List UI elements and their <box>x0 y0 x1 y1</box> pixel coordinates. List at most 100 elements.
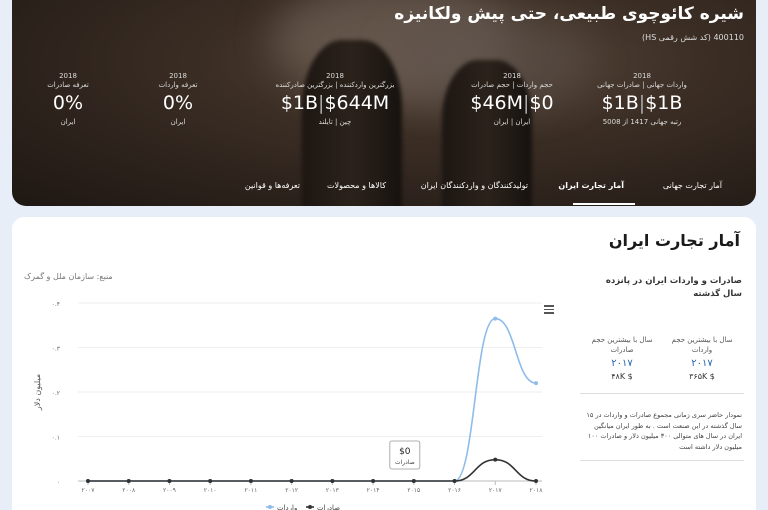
kpi-max-exports: سال با بیشترین حجم صادرات ۲۰۱۷ $ ۴۸K <box>582 335 662 381</box>
legend-marker <box>268 505 272 509</box>
x-tick-label: ۲۰۱۶ <box>448 487 461 494</box>
data-point <box>248 479 253 483</box>
x-tick-label: ۲۰۱۲ <box>285 487 298 494</box>
data-point <box>371 479 376 483</box>
x-tick-label: ۲۰۱۳ <box>326 487 340 494</box>
stat-footer: ایران <box>60 118 76 126</box>
side-heading: صادرات و واردات ایران در پانزده سال گذشت… <box>605 276 742 299</box>
divider <box>580 393 744 394</box>
stat-largest-traders: 2018 بزرگترین واردکننده | بزرگترین صادرک… <box>260 72 410 126</box>
kpi-label: سال با بیشترین حجم صادرات <box>591 336 653 354</box>
legend-marker <box>308 505 312 509</box>
tab-iran-trade[interactable]: آمار تجارت ایران <box>558 181 624 190</box>
data-point <box>493 457 498 462</box>
data-point <box>86 479 90 483</box>
data-point <box>534 479 538 483</box>
stat-value-a: $1B <box>601 92 639 114</box>
x-tick-label: ۲۰۱۱ <box>244 487 257 494</box>
stat-label: بزرگترین واردکننده | بزرگترین صادرکننده <box>275 81 395 89</box>
stat-year: 2018 <box>503 72 521 80</box>
data-point <box>493 316 498 321</box>
chart-tooltip: $0 صادرات <box>389 440 421 470</box>
tab-global-trade[interactable]: آمار تجارت جهانی <box>663 181 722 190</box>
stat-footer: رتبه جهانی 1417 از 5008 <box>602 118 682 126</box>
x-tick-label: ۲۰۰۸ <box>122 487 136 494</box>
section-title: آمار تجارت ایران <box>608 231 740 250</box>
tab-bar: آمار تجارت جهانی آمار تجارت ایران تولیدک… <box>12 166 756 206</box>
x-tick-label: ۲۰۱۷ <box>489 487 503 494</box>
hs-code: 400110 (کد شش رقمی HS) <box>642 33 744 42</box>
kpi-value: $ ۴۸K <box>611 372 633 381</box>
stat-iran-volume: 2018 حجم واردات | حجم صادرات $0|$46M ایر… <box>452 72 572 126</box>
stat-import-tariff: 2018 تعرفه واردات 0% ایران <box>118 72 238 126</box>
stat-year: 2018 <box>326 72 344 80</box>
kpi-year: ۲۰۱۷ <box>691 358 713 369</box>
tab-iran-producers[interactable]: تولیدکنندگان و واردکنندگان ایران <box>421 181 528 190</box>
chart-description: نمودار حاضر سری زمانی مجموع صادرات و وار… <box>586 411 742 451</box>
iran-trade-card: آمار تجارت ایران منبع: سازمان ملل و گمرک… <box>12 217 756 510</box>
stat-value: $1B|$1B <box>601 92 683 114</box>
tab-tariffs[interactable]: تعرفه‌ها و قوانین <box>245 181 300 190</box>
stat-label: حجم واردات | حجم صادرات <box>471 81 553 89</box>
x-tick-label: ۲۰۱۴ <box>367 487 380 494</box>
tab-products[interactable]: کالاها و محصولات <box>327 181 386 190</box>
stat-year: 2018 <box>169 72 187 80</box>
stat-value-a: 0% <box>52 92 84 114</box>
x-tick-label: ۲۰۱۵ <box>407 487 420 494</box>
stat-value-a: $0 <box>529 92 554 114</box>
legend-label: واردات <box>277 504 297 510</box>
page-title: شیره کائوچوی طبیعی، حتی پیش ولکانیزه <box>394 4 744 24</box>
legend-label: صادرات <box>317 504 340 510</box>
x-tick-label: ۲۰۱۰ <box>204 487 217 494</box>
stat-label: تعرفه واردات <box>158 81 198 89</box>
stat-value-a: $1B <box>280 92 319 114</box>
stat-value: $1B|$644M <box>280 92 390 114</box>
stat-footer: ایران <box>170 118 186 126</box>
kpi-value: $ ۳۶۵K <box>689 372 715 381</box>
stat-value-b: $1B <box>645 92 683 114</box>
trade-line-chart: ۰ ۰.۱ ۰.۲ ۰.۳ ۰.۴ میلیون دلار ۲۰۰۷ ۲۰۰۸ ۲۰۰۹ ۲۰۱۰… <box>33 301 544 510</box>
divider <box>580 460 744 461</box>
stat-year: 2018 <box>59 72 77 80</box>
kpi-max-imports: سال با بیشترین حجم واردات ۲۰۱۷ $ ۳۶۵K <box>662 335 742 381</box>
kpi-label: سال با بیشترین حجم واردات <box>671 336 733 354</box>
tooltip-value: $0 <box>399 447 411 457</box>
stat-value-b: $644M <box>324 92 390 114</box>
data-point <box>411 479 416 483</box>
y-tick-label: ۰.۴ <box>52 301 60 308</box>
series-line-exports <box>88 458 537 482</box>
hero-banner: شیره کائوچوی طبیعی، حتی پیش ولکانیزه 400… <box>12 0 756 206</box>
stat-value-b: $46M <box>470 92 524 114</box>
stat-value-a: 0% <box>162 92 194 114</box>
stat-footer: ایران | ایران <box>493 118 531 126</box>
page: شیره کائوچوی طبیعی، حتی پیش ولکانیزه 400… <box>0 0 768 510</box>
stat-export-tariff: 2018 تعرفه صادرات 0% ایران <box>12 72 128 126</box>
series-line-imports <box>88 317 537 482</box>
stat-value: 0% <box>12 92 128 114</box>
y-tick-label: ۰.۱ <box>52 435 60 442</box>
data-point <box>167 479 172 483</box>
x-tick-label: ۲۰۰۷ <box>82 487 96 494</box>
active-tab-indicator <box>573 203 635 205</box>
x-tick-label: ۲۰۱۸ <box>530 487 544 494</box>
tooltip-label: صادرات <box>395 459 415 466</box>
stat-value: 0% <box>118 92 238 114</box>
data-point <box>330 479 335 483</box>
y-tick-label: ۰ <box>57 479 60 486</box>
y-tick-label: ۰.۳ <box>52 346 61 353</box>
data-point <box>534 381 538 386</box>
data-point <box>208 479 213 483</box>
stat-value: $0|$46M <box>470 92 554 114</box>
stat-footer: چین | تایلند <box>318 118 352 126</box>
y-tick-label: ۰.۲ <box>52 390 60 397</box>
stat-year: 2018 <box>633 72 651 80</box>
stat-global-trade: 2018 واردات جهانی | صادرات جهانی $1B|$1B… <box>582 72 702 126</box>
y-axis-label: میلیون دلار <box>33 374 42 411</box>
data-point <box>126 479 131 483</box>
x-tick-label: ۲۰۰۹ <box>163 487 176 494</box>
stat-label: تعرفه صادرات <box>47 81 89 89</box>
data-point <box>452 479 457 483</box>
kpi-year: ۲۰۱۷ <box>611 358 633 369</box>
stat-label: واردات جهانی | صادرات جهانی <box>597 81 687 89</box>
data-point <box>289 479 294 483</box>
